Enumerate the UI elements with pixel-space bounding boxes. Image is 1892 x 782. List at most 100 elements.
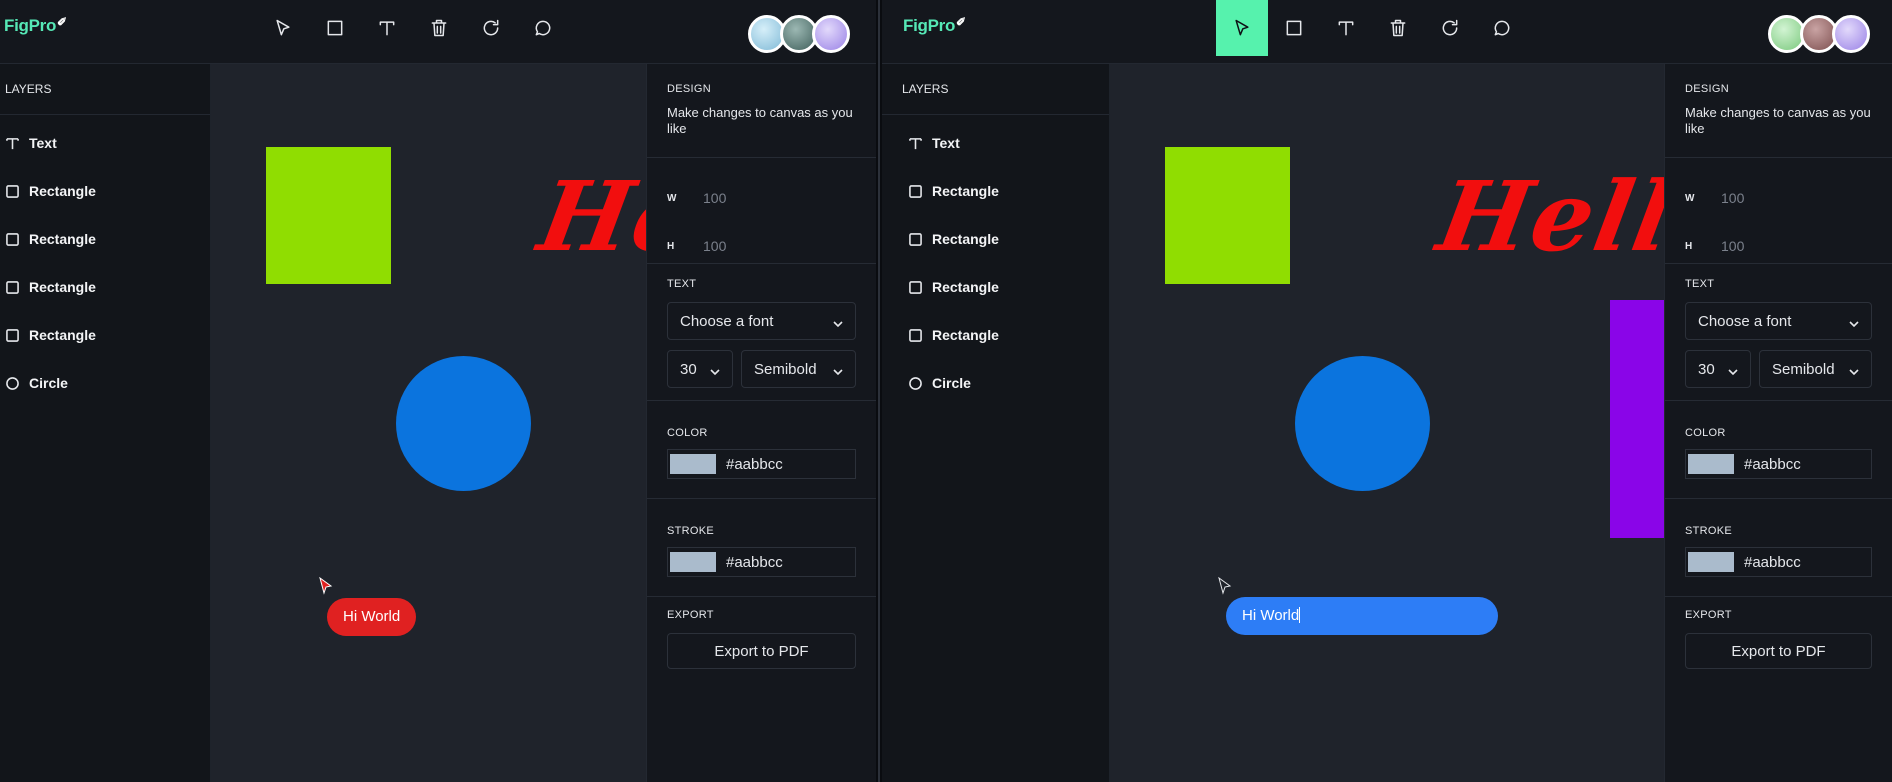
delete-tool-button[interactable]: [1372, 0, 1424, 56]
rectangle-tool-button[interactable]: [309, 0, 361, 56]
square-icon: [6, 280, 19, 294]
font-weight-select[interactable]: Semibold: [1759, 350, 1872, 388]
fill-color-value[interactable]: #aabbcc: [726, 456, 783, 473]
chevron-down-icon: [833, 316, 843, 328]
width-input[interactable]: 100: [1721, 190, 1744, 206]
layer-item-rectangle[interactable]: Rectangle: [903, 215, 1109, 263]
fill-color-value[interactable]: #aabbcc: [1744, 456, 1801, 473]
tool-group: [257, 0, 569, 56]
design-title: DESIGN: [667, 83, 711, 95]
delete-tool-button[interactable]: [413, 0, 465, 56]
height-input[interactable]: 100: [1721, 238, 1744, 254]
green-rectangle[interactable]: [1165, 147, 1290, 284]
mouse-cursor-icon: [1218, 577, 1232, 595]
stroke-section: STROKE #aabbcc: [647, 499, 876, 597]
purple-rectangle[interactable]: [1610, 300, 1664, 538]
fill-color-field[interactable]: #aabbcc: [667, 449, 856, 479]
layer-item-circle[interactable]: Circle: [903, 359, 1109, 407]
font-weight-value: Semibold: [1772, 360, 1835, 378]
layer-item-rectangle[interactable]: Rectangle: [903, 167, 1109, 215]
chevron-down-icon: [710, 364, 720, 376]
height-input[interactable]: 100: [703, 238, 726, 254]
blue-circle[interactable]: [396, 356, 531, 491]
height-label: H: [667, 240, 675, 252]
stroke-color-field[interactable]: #aabbcc: [667, 547, 856, 577]
height-field[interactable]: H 100: [667, 222, 856, 270]
design-panel: DESIGN Make changes to canvas as you lik…: [646, 64, 876, 782]
refresh-icon: [1442, 19, 1458, 36]
font-family-select[interactable]: Choose a font: [667, 302, 856, 340]
font-size-select[interactable]: 30: [667, 350, 733, 388]
rectangle-tool-button[interactable]: [1268, 0, 1320, 56]
canvas[interactable]: Hello Hi World: [211, 64, 646, 782]
design-section: DESIGN Make changes to canvas as you lik…: [1665, 64, 1892, 158]
height-label: H: [1685, 240, 1693, 252]
select-tool-button[interactable]: [257, 0, 309, 56]
fill-color-swatch[interactable]: [1688, 454, 1734, 474]
select-tool-button[interactable]: [1216, 0, 1268, 56]
text-tool-button[interactable]: [1320, 0, 1372, 56]
color-section: COLOR #aabbcc: [647, 401, 876, 499]
canvas[interactable]: Hello Hi World: [1110, 64, 1664, 782]
green-rectangle[interactable]: [266, 147, 391, 284]
color-section: COLOR #aabbcc: [1665, 401, 1892, 499]
reset-tool-button[interactable]: [1424, 0, 1476, 56]
blue-circle[interactable]: [1295, 356, 1430, 491]
layers-panel: LAYERS Text Rectangle Rectangle Rectangl…: [0, 64, 211, 782]
layer-item-rectangle[interactable]: Rectangle: [0, 167, 210, 215]
cursor-icon: [1235, 19, 1249, 36]
text-caret: [1299, 607, 1301, 623]
layer-item-rectangle[interactable]: Rectangle: [903, 311, 1109, 359]
layer-label: Rectangle: [932, 231, 999, 247]
layer-item-text[interactable]: Text: [903, 119, 1109, 167]
font-family-select[interactable]: Choose a font: [1685, 302, 1872, 340]
font-size-select[interactable]: 30: [1685, 350, 1751, 388]
stroke-color-field[interactable]: #aabbcc: [1685, 547, 1872, 577]
color-title: COLOR: [667, 427, 708, 439]
layer-label: Text: [29, 135, 57, 151]
comment-tool-button[interactable]: [517, 0, 569, 56]
export-pdf-button[interactable]: Export to PDF: [667, 633, 856, 669]
height-field[interactable]: H 100: [1685, 222, 1872, 270]
stroke-color-swatch[interactable]: [1688, 552, 1734, 572]
layer-item-circle[interactable]: Circle: [0, 359, 210, 407]
comment-bubble[interactable]: Hi World: [327, 598, 417, 636]
fill-color-field[interactable]: #aabbcc: [1685, 449, 1872, 479]
layer-item-rectangle[interactable]: Rectangle: [0, 311, 210, 359]
export-pdf-button[interactable]: Export to PDF: [1685, 633, 1872, 669]
avatar[interactable]: [812, 15, 850, 53]
stroke-color-value[interactable]: #aabbcc: [1744, 554, 1801, 571]
layer-item-rectangle[interactable]: Rectangle: [0, 263, 210, 311]
width-input[interactable]: 100: [703, 190, 726, 206]
design-description: Make changes to canvas as you like: [667, 105, 853, 136]
square-icon: [909, 280, 922, 294]
layer-item-rectangle[interactable]: Rectangle: [903, 263, 1109, 311]
width-field[interactable]: W 100: [667, 174, 856, 222]
avatar[interactable]: [1832, 15, 1870, 53]
comment-input-value: Hi World: [1242, 607, 1300, 624]
chevron-down-icon: [1849, 316, 1859, 328]
square-icon: [1286, 20, 1302, 36]
layer-item-rectangle[interactable]: Rectangle: [0, 215, 210, 263]
font-weight-value: Semibold: [754, 360, 817, 378]
text-tool-button[interactable]: [361, 0, 413, 56]
layer-item-text[interactable]: Text: [0, 119, 210, 167]
stroke-title: STROKE: [1685, 525, 1733, 537]
layer-label: Rectangle: [29, 279, 96, 295]
reset-tool-button[interactable]: [465, 0, 517, 56]
active-users: [1768, 15, 1870, 53]
hello-text-shape[interactable]: Hello: [531, 160, 646, 273]
comment-tool-button[interactable]: [1476, 0, 1528, 56]
trash-icon: [431, 19, 447, 37]
dimensions-section: W 100 H 100: [1665, 158, 1892, 264]
stroke-color-value[interactable]: #aabbcc: [726, 554, 783, 571]
fill-color-swatch[interactable]: [670, 454, 716, 474]
stroke-color-swatch[interactable]: [670, 552, 716, 572]
comment-input[interactable]: Hi World: [1226, 597, 1498, 635]
font-weight-select[interactable]: Semibold: [741, 350, 856, 388]
design-section: DESIGN Make changes to canvas as you lik…: [647, 64, 876, 158]
hello-text-shape[interactable]: Hello: [1430, 160, 1664, 273]
layers-title: LAYERS: [882, 64, 1109, 115]
layer-label: Rectangle: [932, 183, 999, 199]
width-field[interactable]: W 100: [1685, 174, 1872, 222]
